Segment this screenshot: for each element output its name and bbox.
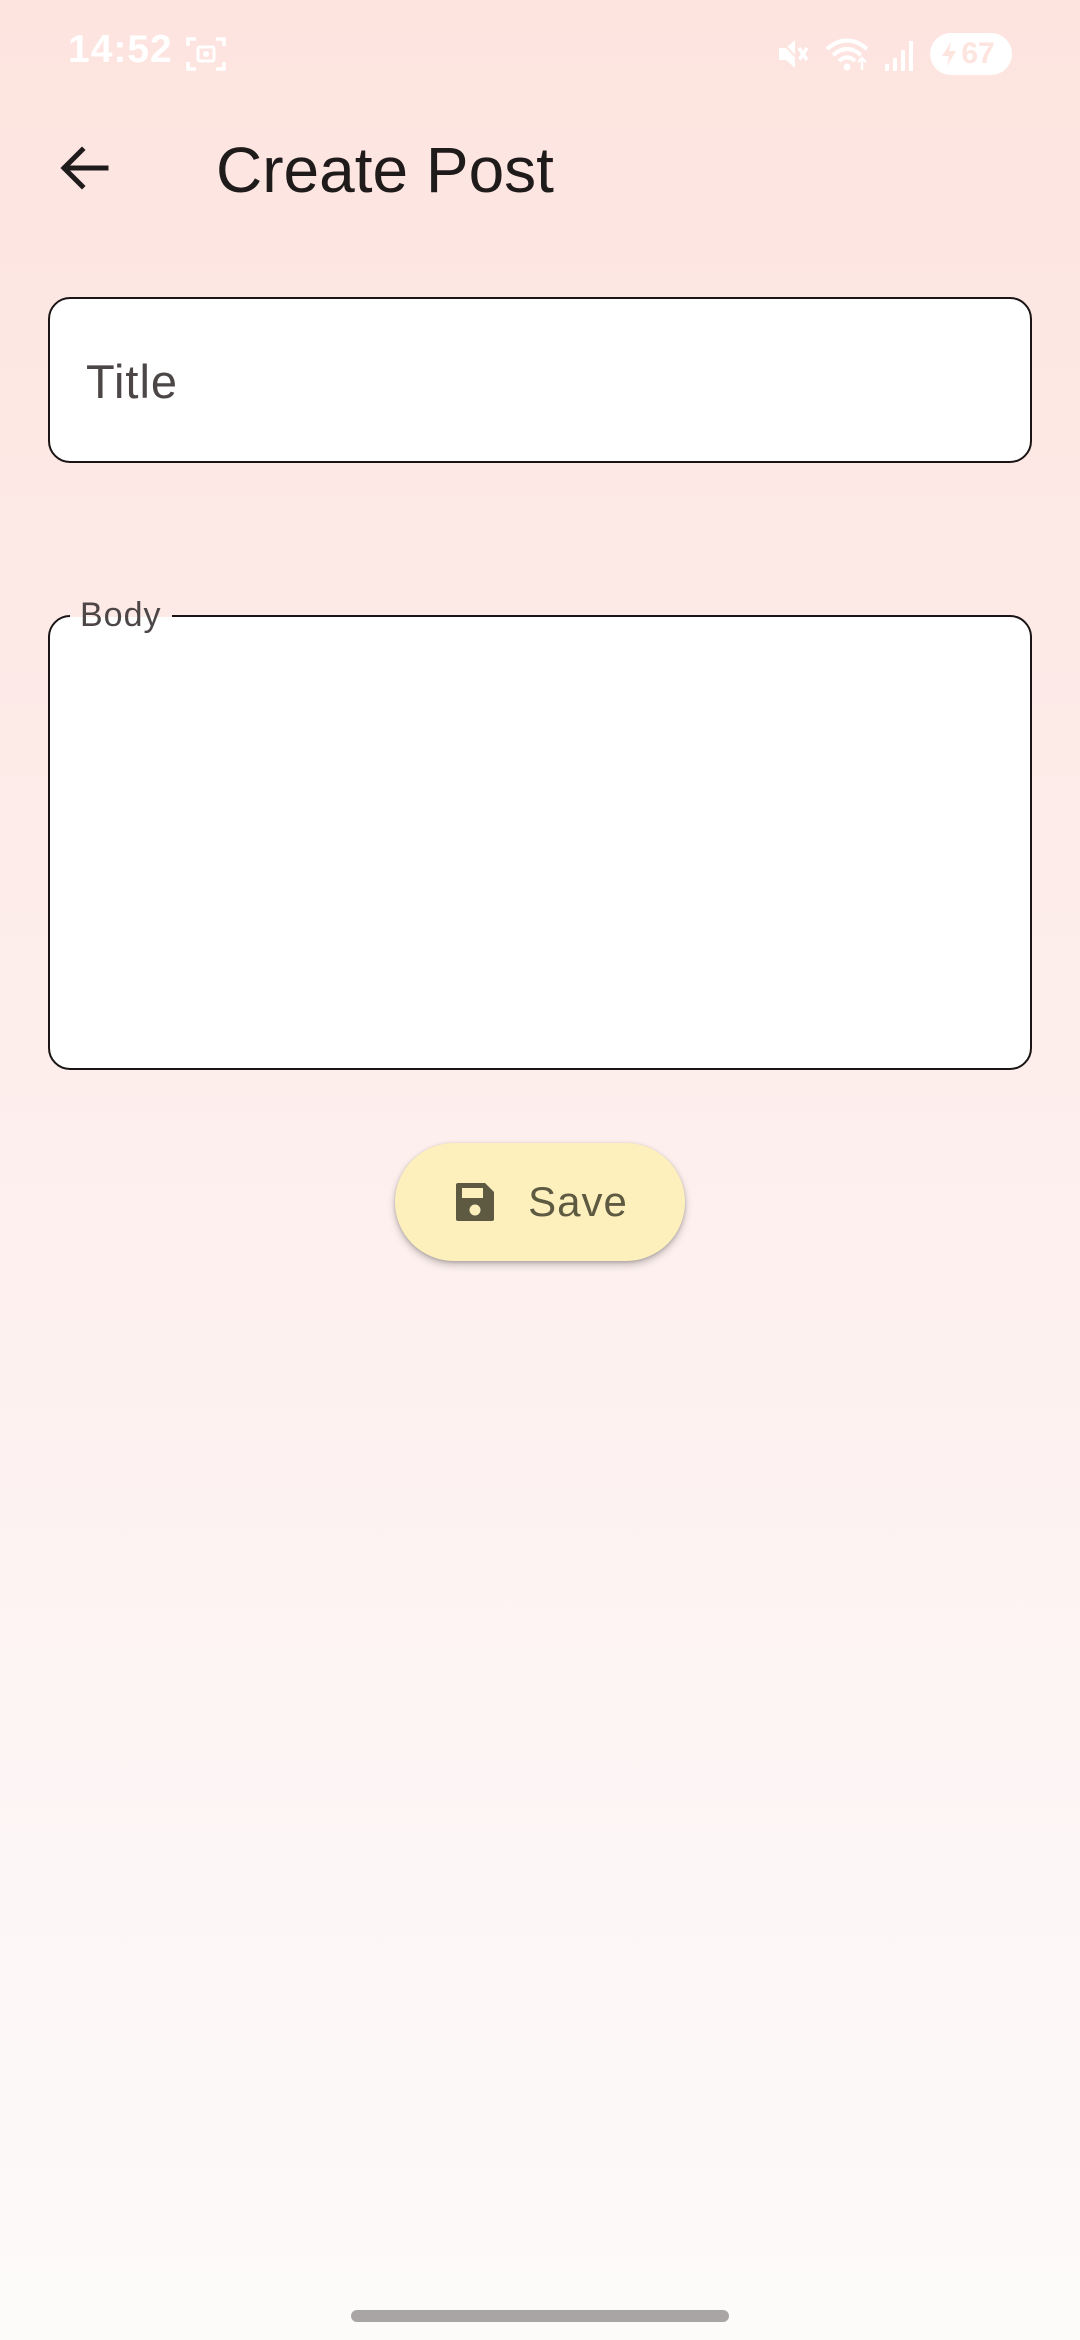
status-bar: 14:52 67: [0, 0, 1080, 108]
save-label: Save: [528, 1178, 628, 1225]
body-textarea[interactable]: [80, 647, 1004, 1041]
title-field[interactable]: [48, 297, 1032, 463]
save-button[interactable]: Save: [395, 1143, 685, 1261]
mute-icon: [776, 36, 810, 72]
body-field[interactable]: Body: [48, 595, 1032, 1070]
back-button[interactable]: [34, 118, 134, 218]
status-time: 14:52: [68, 28, 173, 71]
wifi-icon: [824, 36, 870, 72]
app-bar: Create Post: [0, 108, 1080, 218]
save-icon: [456, 1183, 495, 1221]
screenshot-icon: [186, 36, 226, 72]
battery-icon: 67: [930, 33, 1012, 75]
arrow-back-icon: [60, 146, 109, 190]
page-title: Create Post: [216, 134, 554, 206]
battery-level: 67: [961, 37, 995, 70]
status-icons: 67: [776, 30, 1012, 78]
signal-icon: [884, 36, 916, 72]
body-label: Body: [70, 595, 172, 635]
home-indicator[interactable]: [351, 2310, 729, 2322]
title-input[interactable]: [84, 299, 998, 463]
